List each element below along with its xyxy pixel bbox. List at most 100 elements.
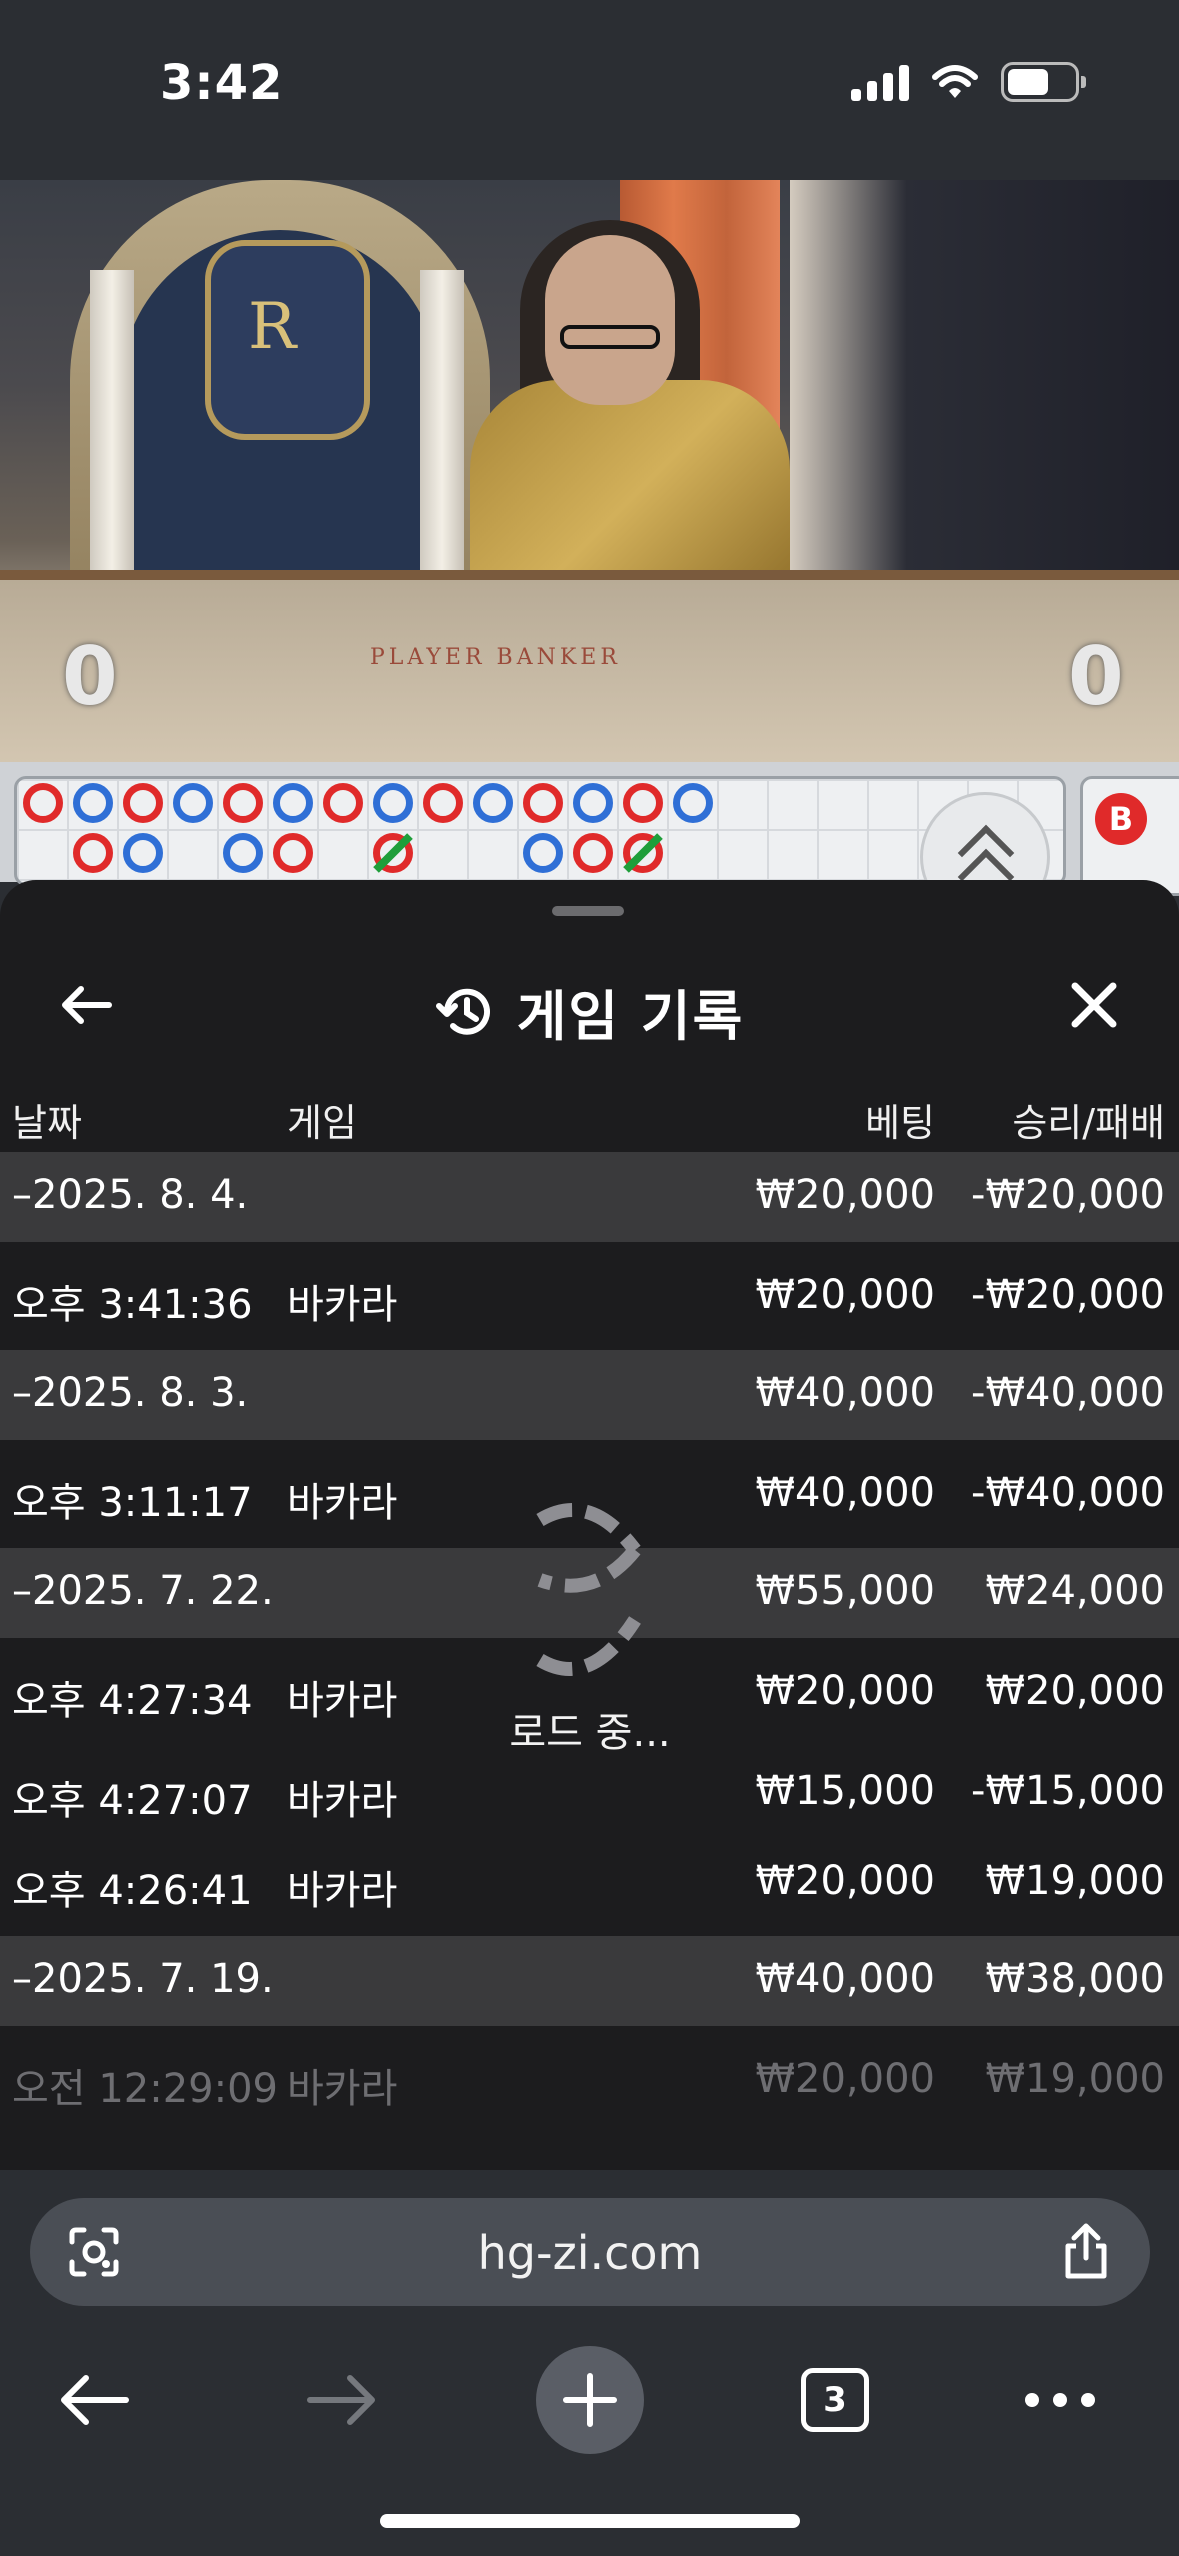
date-group-row[interactable]: –2025. 7. 19. ₩40,000 ₩38,000	[0, 1936, 1179, 2026]
forward-nav-button[interactable]	[282, 2340, 402, 2460]
back-nav-button[interactable]	[34, 2340, 154, 2460]
more-menu-button[interactable]	[1000, 2340, 1120, 2460]
player-bead	[473, 783, 513, 823]
share-icon[interactable]	[1058, 2223, 1114, 2280]
bead-road-board[interactable]	[14, 776, 1066, 886]
status-bar: 3:42	[0, 0, 1179, 180]
game-row[interactable]: 오전 12:29:09 바카라 ₩20,000 ₩19,000	[0, 2026, 1179, 2134]
browser-toolbar: 3	[0, 2320, 1179, 2480]
wifi-icon	[932, 65, 978, 98]
loading-text: 로드 중...	[509, 1710, 671, 1756]
group-date: –2025. 8. 4.	[12, 1172, 249, 1218]
battery-icon	[1001, 62, 1086, 102]
game-name: 바카라	[287, 1868, 398, 1914]
game-time: 오후 4:26:41	[12, 1868, 253, 1914]
game-result: -₩15,000	[971, 1768, 1165, 1814]
banker-bead	[573, 833, 613, 873]
dealer-glasses	[560, 325, 660, 349]
group-result: -₩40,000	[971, 1370, 1165, 1416]
banker-bead	[323, 783, 363, 823]
player-bead	[173, 783, 213, 823]
sheet-header: 게임 기록	[0, 940, 1179, 1070]
player-bead	[573, 783, 613, 823]
group-result: -₩20,000	[971, 1172, 1165, 1218]
tab-switcher-button[interactable]: 3	[775, 2340, 895, 2460]
column-bet: 베팅	[865, 1101, 935, 1145]
banker-bead	[423, 783, 463, 823]
status-icons	[851, 62, 1086, 102]
game-result: ₩19,000	[985, 2056, 1165, 2102]
column-date: 날짜	[12, 1101, 82, 1145]
group-date: –2025. 8. 3.	[12, 1370, 249, 1416]
arrow-right-icon	[307, 2375, 375, 2425]
road-summary-panel: B	[1080, 776, 1179, 896]
player-bead	[673, 783, 713, 823]
more-dots-icon	[1025, 2393, 1095, 2407]
game-bet: ₩20,000	[755, 1668, 935, 1714]
game-name: 바카라	[287, 1480, 398, 1526]
player-bead	[273, 783, 313, 823]
close-icon	[1071, 982, 1117, 1028]
banker-bead	[23, 783, 63, 823]
date-group-row[interactable]: –2025. 8. 3. ₩40,000 -₩40,000	[0, 1350, 1179, 1440]
game-row[interactable]: 오후 3:41:36 바카라 ₩20,000 -₩20,000	[0, 1242, 1179, 1350]
group-date: –2025. 7. 19.	[12, 1956, 274, 2002]
game-result: -₩20,000	[971, 1272, 1165, 1318]
column-game: 게임	[287, 1101, 357, 1145]
live-video-stream[interactable]: R PLAYER BANKER 0 0	[0, 180, 1179, 762]
group-bet: ₩40,000	[755, 1370, 935, 1416]
sheet-title: 게임 기록	[516, 985, 745, 1048]
group-bet: ₩20,000	[755, 1172, 935, 1218]
game-result: -₩40,000	[971, 1470, 1165, 1516]
banker-bead	[123, 783, 163, 823]
plus-circle	[536, 2346, 644, 2454]
close-button[interactable]	[1064, 975, 1124, 1035]
player-score: 0	[62, 630, 118, 723]
tab-count: 3	[801, 2368, 869, 2432]
title-group: 게임 기록	[0, 972, 1179, 1051]
back-wall	[790, 180, 1179, 610]
game-name: 바카라	[287, 1778, 398, 1824]
status-time: 3:42	[160, 55, 284, 111]
player-bead	[223, 833, 263, 873]
address-bar[interactable]: hg-zi.com	[30, 2198, 1150, 2306]
game-row[interactable]: 오후 4:26:41 바카라 ₩20,000 ₩19,000	[0, 1836, 1179, 1936]
home-indicator	[380, 2514, 800, 2528]
loading-spinner-icon	[536, 1503, 641, 1676]
banker-bead	[523, 783, 563, 823]
game-time: 오전 12:29:09	[12, 2066, 278, 2112]
game-bet: ₩20,000	[755, 1858, 935, 1904]
loading-indicator: 로드 중...	[470, 1500, 710, 1800]
url-text[interactable]: hg-zi.com	[30, 2226, 1150, 2280]
game-time: 오후 3:11:17	[12, 1480, 253, 1526]
date-group-row[interactable]: –2025. 8. 4. ₩20,000 -₩20,000	[0, 1152, 1179, 1242]
game-result: ₩19,000	[985, 1858, 1165, 1904]
new-tab-button[interactable]	[530, 2340, 650, 2460]
banker-bead	[223, 783, 263, 823]
browser-chrome: hg-zi.com 3	[0, 2170, 1179, 2556]
cellular-signal-icon	[851, 63, 909, 101]
group-result: ₩24,000	[985, 1568, 1165, 1614]
arrow-left-icon	[61, 2375, 129, 2425]
crest-letter: R	[248, 290, 297, 364]
banker-bead	[623, 783, 663, 823]
banker-score: 0	[1068, 630, 1124, 723]
game-bet: ₩15,000	[755, 1768, 935, 1814]
sheet-grabber[interactable]	[552, 906, 624, 916]
game-result: ₩20,000	[985, 1668, 1165, 1714]
game-name: 바카라	[287, 1678, 398, 1724]
game-time: 오후 4:27:34	[12, 1678, 253, 1724]
table-label: PLAYER BANKER	[370, 645, 621, 670]
game-bet: ₩40,000	[755, 1470, 935, 1516]
banker-chip: B	[1095, 793, 1147, 845]
game-name: 바카라	[287, 1282, 398, 1328]
player-bead	[123, 833, 163, 873]
game-history-sheet: 게임 기록 날짜 게임 베팅 승리/패배 –2025. 8. 4. ₩20,00…	[0, 880, 1179, 2170]
banker-bead	[273, 833, 313, 873]
group-result: ₩38,000	[985, 1956, 1165, 2002]
banker-bead	[73, 833, 113, 873]
player-bead	[523, 833, 563, 873]
plus-icon	[563, 2373, 617, 2427]
game-bet: ₩20,000	[755, 1272, 935, 1318]
player-bead	[73, 783, 113, 823]
